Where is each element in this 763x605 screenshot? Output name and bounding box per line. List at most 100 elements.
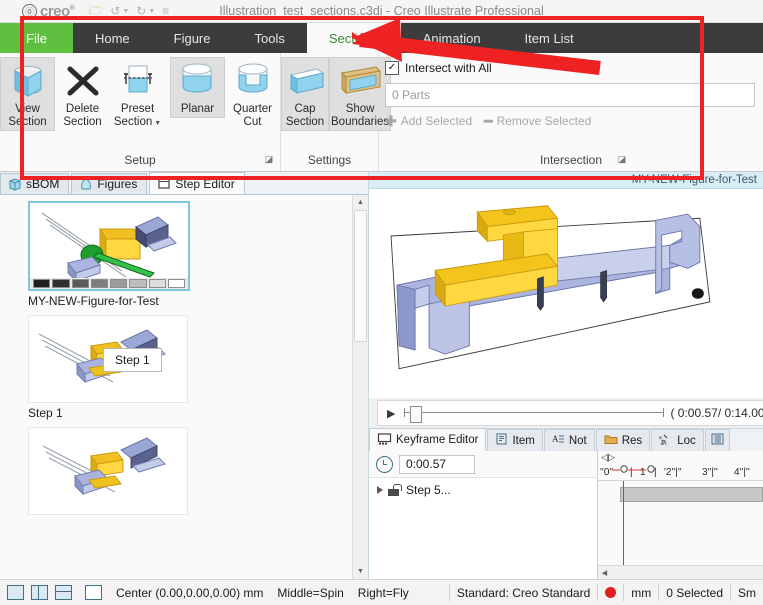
left-panel: sBOM Figures Step Editor MY-NEW-Figure-f… <box>0 172 369 579</box>
intersection-actions: ✚ Add Selected ━ Remove Selected <box>385 114 755 128</box>
left-panel-tabs[interactable]: sBOM Figures Step Editor <box>0 172 368 195</box>
thumbnail-image[interactable] <box>28 201 190 291</box>
full-view-button[interactable] <box>79 580 109 605</box>
scroll-up-icon[interactable]: ▲ <box>353 195 368 210</box>
viewport-3d[interactable] <box>369 189 763 398</box>
undo-dropdown-icon[interactable]: ▼ <box>122 8 129 15</box>
planar-button[interactable]: Planar <box>169 57 225 118</box>
customize-qat-icon[interactable]: ≡ <box>162 4 169 18</box>
two-pane-view-button[interactable] <box>31 580 55 605</box>
split-horizontal-view-icon <box>55 585 72 600</box>
creo-circle-icon[interactable]: ⓪ <box>22 3 37 19</box>
tab-list[interactable] <box>704 429 730 451</box>
keyframe-bar[interactable] <box>620 487 763 502</box>
add-selected-label: Add Selected <box>400 114 473 128</box>
thumbnail-tooltip: Step 1 <box>103 348 162 372</box>
timeline-ruler[interactable]: ''0'' | 1 | '2''|'' 3''|'' 4''|'' 5 <box>598 464 763 481</box>
timeline-track-area[interactable] <box>598 481 763 565</box>
unlocked-icon[interactable] <box>388 484 402 496</box>
plus-icon: ✚ <box>385 113 397 129</box>
tab-animation[interactable]: Animation <box>401 23 503 53</box>
single-view-button[interactable] <box>0 580 31 605</box>
svg-text:あ: あ <box>660 439 667 445</box>
brand-text: creo® <box>40 2 75 20</box>
left-panel-scrollbar[interactable]: ▲ ▼ <box>352 195 368 579</box>
intersect-with-all-checkbox[interactable]: ✓ <box>385 61 399 75</box>
clock-icon <box>376 455 393 473</box>
expand-arrow-icon[interactable] <box>377 486 383 494</box>
list-item[interactable] <box>28 427 188 515</box>
app-logo[interactable]: ⓪ creo® <box>22 2 75 20</box>
tab-item-list[interactable]: Item List <box>503 23 596 53</box>
redo-dropdown-icon[interactable]: ▼ <box>148 8 155 15</box>
title-bar: ⓪ creo® 🗁 ↺ ▼ ↻ ▼ ≡ Illustration_test_sect… <box>0 0 763 23</box>
tab-localization[interactable]: aあ Loc <box>651 429 704 451</box>
time-slider[interactable] <box>404 405 665 423</box>
view-section-icon <box>7 60 49 102</box>
resources-icon <box>604 433 618 448</box>
delete-section-button[interactable]: Delete Section <box>55 57 110 131</box>
tab-item-properties[interactable]: Item <box>487 429 543 451</box>
current-time-field[interactable]: 0:00.57 <box>399 454 475 474</box>
ribbon-tab-strip[interactable]: File Home Figure Tools Sections Animatio… <box>0 23 763 53</box>
tab-figure[interactable]: Figure <box>152 23 233 53</box>
open-icon[interactable]: 🗁 <box>88 1 103 22</box>
ribbon-group-setup-title: Setup ◪ <box>124 153 274 167</box>
view-section-button[interactable]: View Section <box>0 57 56 131</box>
tab-file[interactable]: File <box>0 23 73 53</box>
scroll-track-upper[interactable] <box>353 210 368 564</box>
scroll-thumb[interactable] <box>354 210 367 342</box>
keyframe-panel-tabs[interactable]: Keyframe Editor Item A Not Res a あ Loc <box>369 428 763 451</box>
tab-notes[interactable]: A Not <box>543 429 595 451</box>
split-horizontal-view-button[interactable] <box>55 580 79 605</box>
tab-home[interactable]: Home <box>73 23 152 53</box>
quick-access-toolbar[interactable]: 🗁 ↺ ▼ ↻ ▼ ≡ <box>88 1 169 22</box>
keyframe-panel: Keyframe Editor Item A Not Res a あ Loc 0… <box>369 428 763 579</box>
remove-selected-button[interactable]: ━ Remove Selected <box>484 114 591 128</box>
timeline-hscrollbar[interactable]: ◀ <box>598 565 763 579</box>
cap-section-button[interactable]: Cap Section <box>281 57 329 131</box>
intersection-dialog-launcher-icon[interactable]: ◪ <box>617 154 627 164</box>
two-pane-view-icon <box>31 585 48 600</box>
scroll-left-icon[interactable]: ◀ <box>598 566 611 579</box>
undo-icon[interactable]: ↺ <box>110 4 120 18</box>
redo-icon[interactable]: ↻ <box>136 4 146 18</box>
add-selected-button[interactable]: ✚ Add Selected <box>385 114 472 128</box>
step-thumbnail-list: MY-NEW-Figure-for-Test Step 1 Step 1 <box>0 195 352 579</box>
units-label: mm <box>631 585 652 600</box>
keyframe-editor-icon <box>377 432 392 448</box>
list-item[interactable]: Step 1 Step 1 <box>28 315 188 420</box>
record-button[interactable] <box>598 580 623 605</box>
tab-figures[interactable]: Figures <box>71 173 148 194</box>
tab-step-editor[interactable]: Step Editor <box>149 172 245 194</box>
list-item[interactable]: MY-NEW-Figure-for-Test <box>28 201 190 308</box>
tab-tools[interactable]: Tools <box>233 23 307 53</box>
thumbnail-image[interactable] <box>28 427 188 515</box>
cap-section-icon <box>283 60 327 102</box>
tab-localization-label: Loc <box>677 434 696 447</box>
slider-knob[interactable] <box>410 406 423 423</box>
item-properties-icon <box>495 433 508 448</box>
svg-text:A: A <box>552 434 559 444</box>
setup-dialog-launcher-icon[interactable]: ◪ <box>264 154 274 164</box>
center-coordinates: Center (0.00,0.00,0.00) mm <box>116 585 264 600</box>
tab-resources[interactable]: Res <box>595 429 651 451</box>
single-view-icon <box>7 585 24 600</box>
step-thumbnail-pane: MY-NEW-Figure-for-Test Step 1 Step 1 ▲ ▼ <box>0 195 368 579</box>
scroll-down-icon[interactable]: ▼ <box>353 564 368 579</box>
parts-field[interactable]: 0 Parts <box>385 83 755 107</box>
quarter-cut-button[interactable]: Quarter Cut <box>225 57 280 131</box>
preset-section-button[interactable]: Preset Section ▼ <box>110 57 165 132</box>
minus-icon: ━ <box>484 113 493 129</box>
timeline-nav-icons[interactable]: ◁|▷ <box>598 451 763 464</box>
tab-keyframe-editor[interactable]: Keyframe Editor <box>369 428 487 451</box>
keyframe-tree-pane: 0:00.57 Step 5... <box>369 451 598 579</box>
play-icon[interactable]: ▶ <box>384 407 398 420</box>
intersect-with-all-row[interactable]: ✓ Intersect with All <box>385 59 755 77</box>
tab-sbom[interactable]: sBOM <box>0 173 70 194</box>
preset-section-dropdown-icon[interactable]: ▼ <box>154 120 161 127</box>
tree-row-step5[interactable]: Step 5... <box>369 478 597 497</box>
thumbnail-filmstrip[interactable] <box>30 278 188 289</box>
playhead[interactable] <box>623 481 625 565</box>
tab-sections[interactable]: Sections <box>306 23 401 53</box>
